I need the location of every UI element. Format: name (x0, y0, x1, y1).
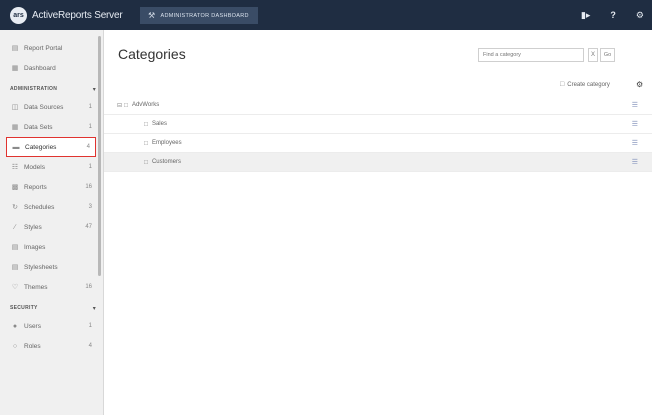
brush-icon: ∕ (14, 223, 16, 231)
logo-badge: ars (10, 6, 27, 24)
section-administration[interactable]: ADMINISTRATION ▾ (10, 82, 96, 96)
sidebar-item-label: Categories (25, 143, 57, 151)
portal-icon: ▤ (11, 45, 19, 52)
sidebar-scrollbar[interactable] (98, 36, 101, 276)
app-logo[interactable]: ars ActiveReports Server (10, 6, 123, 24)
item-count: 1 (88, 323, 92, 329)
tree-row-label: Customers (151, 159, 181, 165)
sidebar-item-label: Data Sources (24, 103, 64, 111)
sidebar-item-dashboard[interactable]: ▦ Dashboard (0, 58, 98, 78)
top-bar: ars ActiveReports Server ⚒ ADMINISTRATOR… (0, 0, 652, 30)
dataset-icon: ▦ (11, 124, 19, 131)
item-count: 1 (88, 104, 92, 110)
section-title: SECURITY (10, 305, 38, 311)
stylesheet-icon: ▤ (11, 264, 19, 271)
item-count: 1 (88, 164, 92, 170)
tree-row[interactable]: □ Sales ☰ (104, 115, 652, 134)
create-category-button[interactable]: □ Create category (560, 81, 610, 88)
sidebar-item-label: Report Portal (24, 44, 63, 52)
category-tree: ⊟ □ AdvWorks ☰ □ Sales ☰ □ Employees ☰ □… (104, 96, 652, 172)
administrator-dashboard-tab[interactable]: ⚒ ADMINISTRATOR DASHBOARD (140, 7, 258, 24)
folder-icon: □ (144, 139, 148, 147)
sidebar-item-models[interactable]: ☷ Models 1 (0, 157, 98, 177)
category-search-input[interactable] (478, 48, 584, 62)
database-icon: ◫ (11, 104, 19, 111)
user-icon: ● (12, 322, 18, 330)
sidebar-item-styles[interactable]: ∕ Styles 47 (0, 217, 98, 237)
item-count: 47 (85, 224, 92, 230)
item-count: 3 (88, 204, 92, 210)
sidebar-item-schedules[interactable]: ↻ Schedules 3 (0, 197, 98, 217)
sidebar-item-report-portal[interactable]: ▤ Report Portal (0, 38, 98, 58)
chevron-down-icon: ▾ (92, 305, 96, 312)
sidebar-item-label: Schedules (24, 203, 55, 211)
sidebar-item-images[interactable]: ▤ Images (0, 237, 98, 257)
tree-row-label: AdvWorks (131, 102, 160, 108)
folder-icon: □ (144, 158, 148, 166)
item-count: 16 (85, 184, 92, 190)
schedule-icon: ↻ (12, 204, 18, 211)
sidebar-item-reports[interactable]: ▩ Reports 16 (0, 177, 98, 197)
sidebar-item-stylesheets[interactable]: ▤ Stylesheets (0, 257, 98, 277)
go-button[interactable]: Go (600, 48, 615, 62)
sidebar-item-label: Data Sets (24, 123, 53, 131)
sidebar-item-label: Images (24, 243, 46, 251)
folder-plus-icon: □ (560, 81, 565, 88)
section-title: ADMINISTRATION (10, 86, 58, 92)
sidebar-item-label: Stylesheets (24, 263, 58, 271)
folder-icon: □ (144, 120, 148, 128)
model-icon: ☷ (11, 164, 19, 171)
settings-icon[interactable]: ⚙ (636, 10, 644, 21)
sidebar-item-label: Styles (24, 223, 42, 231)
dashboard-icon: ▦ (11, 65, 19, 72)
tree-row-label: Sales (151, 121, 167, 127)
theme-icon: ♡ (11, 284, 19, 291)
sidebar-item-data-sources[interactable]: ◫ Data Sources 1 (0, 97, 98, 117)
folder-icon: ▬ (12, 143, 20, 151)
page-title: Categories (118, 46, 186, 62)
tree-row[interactable]: □ Customers ☰ (104, 153, 652, 172)
main-content: Categories X Go □ Create category ⚙ ⊟ □ … (104, 30, 652, 415)
report-icon: ▩ (11, 184, 19, 191)
tree-row-label: Employees (151, 140, 182, 146)
sidebar: ▤ Report Portal ▦ Dashboard ADMINISTRATI… (0, 30, 104, 415)
section-security[interactable]: SECURITY ▾ (10, 301, 96, 315)
roles-icon: ○ (12, 342, 18, 350)
sidebar-item-label: Models (24, 163, 45, 171)
sidebar-item-roles[interactable]: ○ Roles 4 (0, 336, 98, 356)
wrench-icon: ⚒ (148, 11, 156, 20)
sidebar-item-label: Users (24, 322, 41, 330)
dashboard-tab-label: ADMINISTRATOR DASHBOARD (160, 12, 249, 19)
sidebar-item-data-sets[interactable]: ▦ Data Sets 1 (0, 117, 98, 137)
sidebar-item-label: Dashboard (24, 64, 56, 72)
sidebar-item-label: Themes (24, 283, 48, 291)
sidebar-item-label: Roles (24, 342, 41, 350)
row-menu-icon[interactable]: ☰ (632, 158, 638, 166)
row-menu-icon[interactable]: ☰ (632, 139, 638, 147)
logout-icon[interactable]: ▮▸ (581, 10, 590, 21)
row-menu-icon[interactable]: ☰ (632, 120, 638, 128)
collapse-icon[interactable]: ⊟ (117, 102, 122, 109)
top-icons: ▮▸ ? ⚙ (581, 0, 644, 30)
clear-search-button[interactable]: X (588, 48, 598, 62)
item-count: 4 (86, 144, 90, 150)
item-count: 4 (88, 343, 92, 349)
sidebar-item-label: Reports (24, 183, 47, 191)
item-count: 16 (85, 284, 92, 290)
help-icon[interactable]: ? (610, 10, 616, 20)
tree-row[interactable]: ⊟ □ AdvWorks ☰ (104, 96, 652, 115)
item-count: 1 (88, 124, 92, 130)
folder-icon: □ (124, 101, 128, 109)
sidebar-item-users[interactable]: ● Users 1 (0, 316, 98, 336)
tree-row[interactable]: □ Employees ☰ (104, 134, 652, 153)
sidebar-item-themes[interactable]: ♡ Themes 16 (0, 277, 98, 297)
create-category-label: Create category (567, 81, 610, 88)
chevron-down-icon: ▾ (92, 86, 96, 93)
image-icon: ▤ (11, 244, 19, 251)
sidebar-item-categories[interactable]: ▬ Categories 4 (6, 137, 96, 157)
gear-icon[interactable]: ⚙ (636, 80, 643, 89)
row-menu-icon[interactable]: ☰ (632, 101, 638, 109)
app-title: ActiveReports Server (32, 9, 123, 21)
